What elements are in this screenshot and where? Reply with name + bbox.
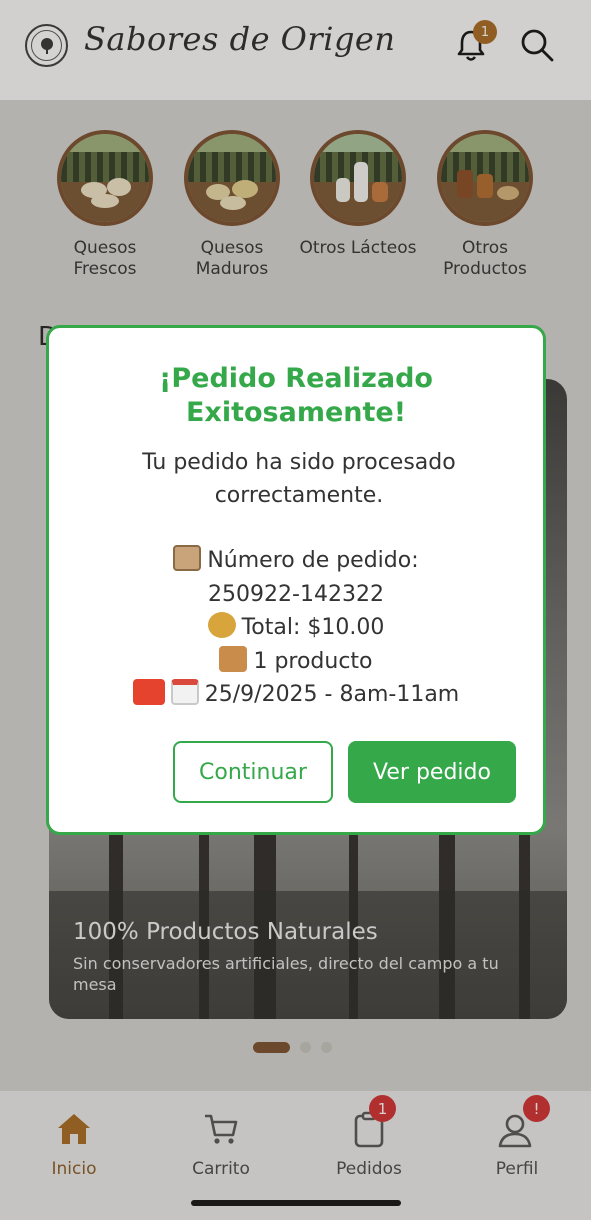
dialog-title: ¡Pedido Realizado Exitosamente!: [159, 363, 433, 428]
package-icon: [219, 645, 248, 672]
dialog-message: Tu pedido ha sido procesado correctament…: [142, 450, 456, 508]
clipboard-icon: [173, 545, 202, 571]
delivery-date: 25/9/2025 - 8am-11am: [204, 682, 460, 707]
delivery-line: 25/9/2025 - 8am-11am: [49, 678, 543, 712]
order-number: 250922-142322: [208, 581, 384, 607]
order-total: Total: $10.00: [241, 615, 385, 640]
calendar-icon: [170, 679, 199, 705]
order-items: 1 producto: [253, 648, 373, 674]
order-success-dialog: ¡Pedido Realizado Exitosamente! Tu pedid…: [46, 325, 546, 835]
money-bag-icon: [207, 612, 236, 638]
order-number-label-line: Número de pedido:: [49, 544, 543, 578]
truck-icon: [132, 679, 165, 705]
order-items-line: 1 producto: [49, 645, 543, 679]
view-order-button[interactable]: Ver pedido: [348, 741, 516, 803]
order-number-label: Número de pedido:: [207, 548, 419, 573]
order-total-line: Total: $10.00: [49, 611, 543, 645]
order-details: Número de pedido: 250922-142322 Total: $…: [49, 544, 543, 712]
continue-button[interactable]: Continuar: [173, 741, 333, 803]
